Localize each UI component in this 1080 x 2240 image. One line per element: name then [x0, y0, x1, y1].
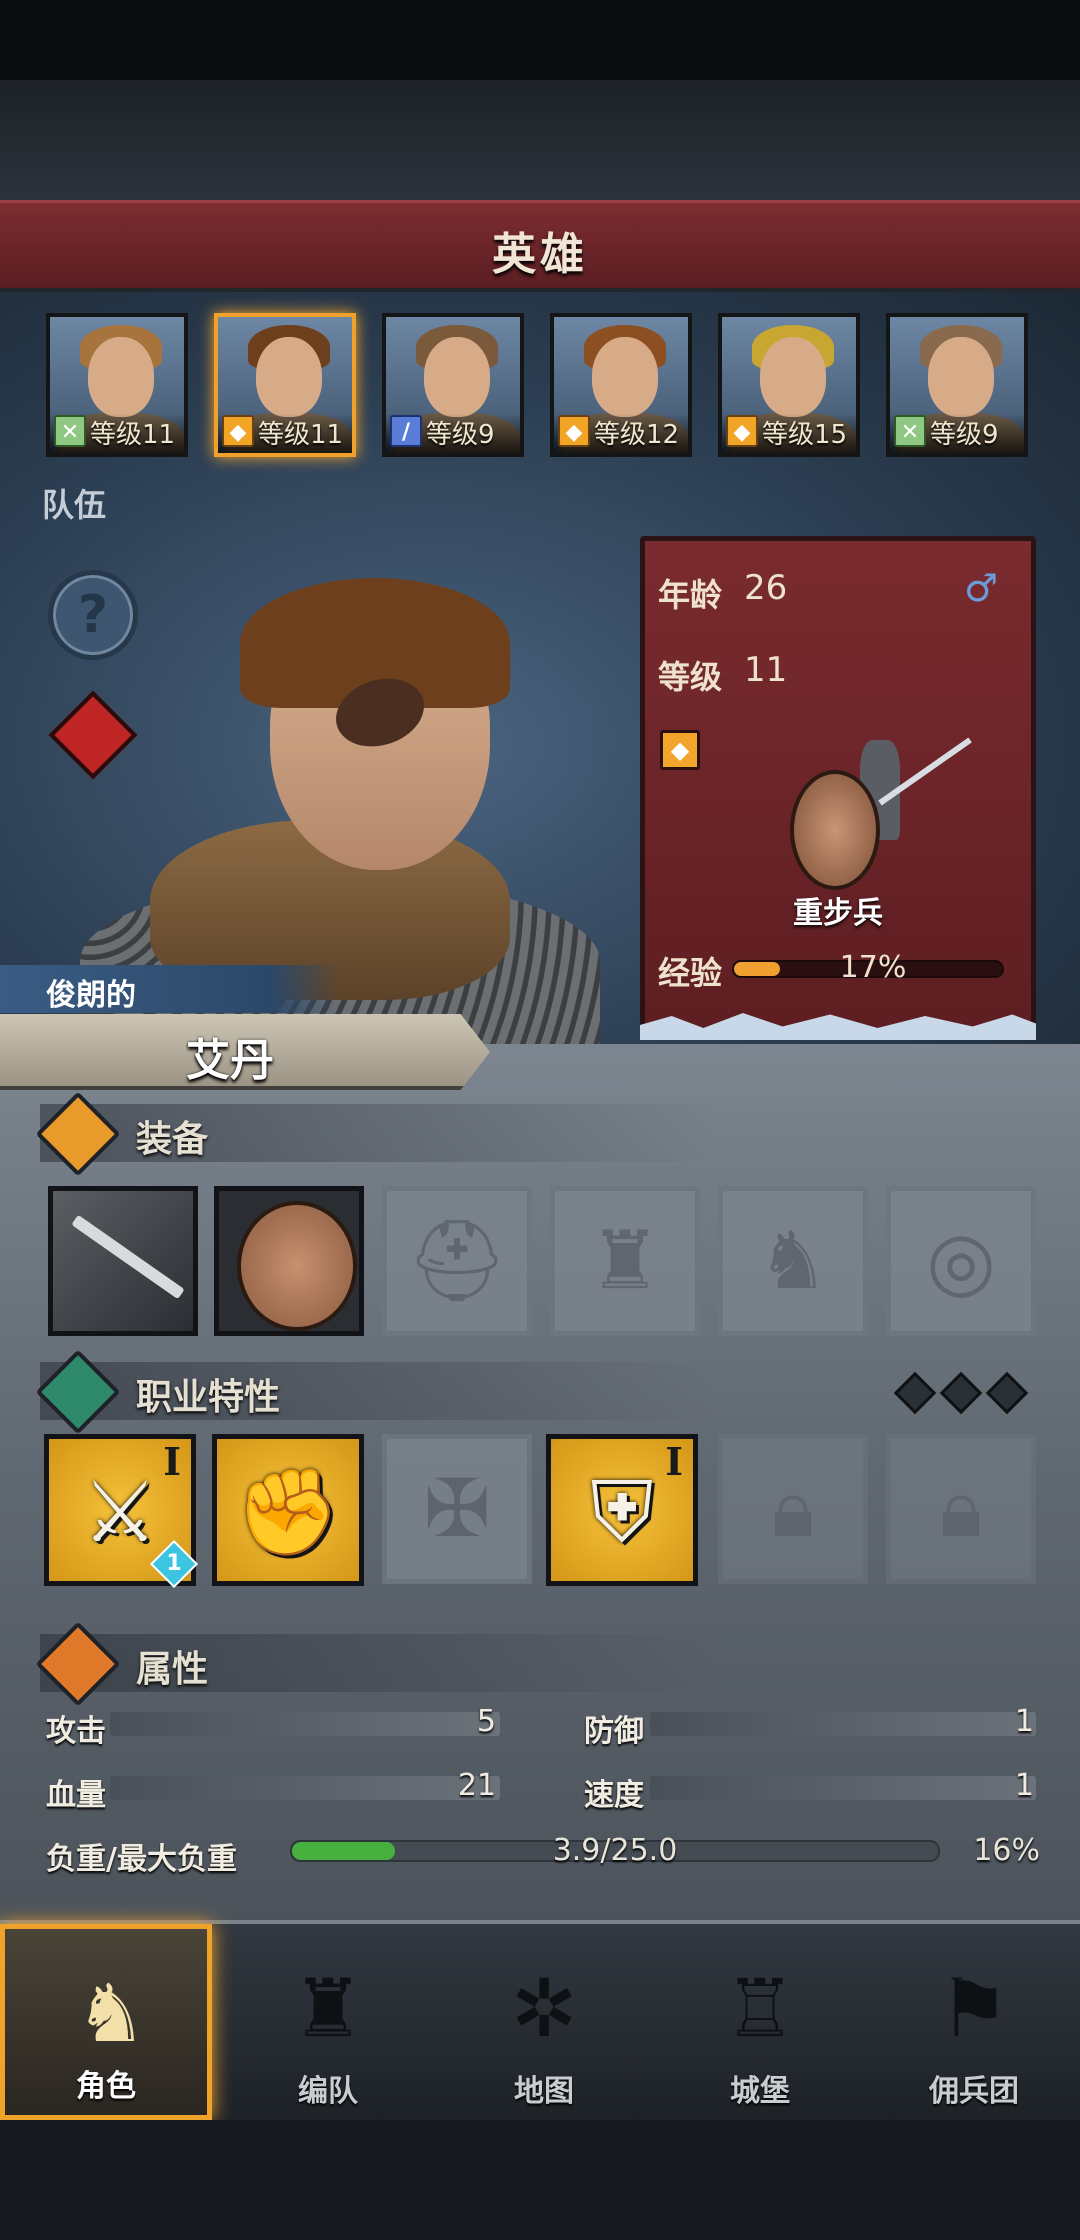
- round-shield-icon: [237, 1201, 357, 1331]
- hero-portrait-2[interactable]: ◆ 等级11: [214, 313, 356, 457]
- trait-tier: I: [163, 1439, 181, 1484]
- attack-label: 攻击: [46, 1714, 106, 1749]
- unit-class-name: 重步兵: [793, 896, 883, 931]
- trait-tier: I: [665, 1439, 683, 1484]
- team-label: 队伍: [42, 486, 107, 524]
- boots-icon: ♞: [757, 1214, 829, 1307]
- hero-level: 等级12: [594, 420, 680, 450]
- shield-class-icon: ◆: [558, 415, 590, 447]
- knight-icon: ♞: [75, 1967, 147, 2060]
- defense-label: 防御: [584, 1714, 644, 1749]
- hero-level: 等级9: [426, 420, 495, 450]
- cross-icon: ✠: [423, 1462, 491, 1555]
- hero-portrait-6[interactable]: ✕ 等级9: [886, 313, 1028, 457]
- ranger-class-icon: ✕: [54, 415, 86, 447]
- trait-slot-1[interactable]: ⚔ I 1: [44, 1434, 199, 1589]
- banner-icon: ⚑: [938, 1962, 1010, 2055]
- castle-icon: ♖: [724, 1962, 796, 2055]
- hero-screen: 英雄 ✕ 等级11 ◆ 等级11 / 等级9 ◆ 等级12 ◆ 等级15 ✕ 等…: [0, 0, 1080, 2240]
- helmet-icon: ⛑: [406, 1214, 508, 1307]
- exp-percent: 17%: [839, 950, 907, 985]
- hero-name[interactable]: 艾丹: [0, 1024, 460, 1088]
- equip-slot-ring[interactable]: ◎: [886, 1186, 1036, 1336]
- hero-portrait-3[interactable]: / 等级9: [382, 313, 524, 457]
- nav-label: 佣兵团: [929, 2074, 1019, 2109]
- status-area: [0, 0, 1080, 80]
- equipment-title: 装备: [136, 1119, 209, 1160]
- male-icon: ♂: [964, 566, 999, 610]
- sword-class-icon: /: [390, 415, 422, 447]
- level-value: 11: [744, 650, 788, 690]
- traits-title: 职业特性: [136, 1377, 281, 1418]
- load-value: 3.9/25.0: [552, 1833, 678, 1868]
- speed-label: 速度: [584, 1778, 644, 1813]
- load-percent: 16%: [973, 1833, 1040, 1868]
- portrait-face: [928, 337, 994, 417]
- system-bar: [0, 2120, 1080, 2240]
- portrait-face: [592, 337, 658, 417]
- portrait-face: [256, 337, 322, 417]
- lock-icon: 🔒︎: [771, 1462, 815, 1555]
- nav-label: 地图: [514, 2074, 574, 2109]
- nav-label: 角色: [76, 2069, 136, 2104]
- portrait-face: [760, 337, 826, 417]
- armor-icon: ♜: [589, 1214, 661, 1307]
- compass-icon: ✲: [510, 1962, 578, 2055]
- equip-slot-shield[interactable]: [214, 1186, 364, 1336]
- equip-slot-armor[interactable]: ♜: [550, 1186, 700, 1336]
- top-backdrop: [0, 80, 1080, 200]
- shield-class-icon: ◆: [660, 730, 700, 770]
- helmet-squad-icon: ♜: [292, 1962, 364, 2055]
- equip-slot-weapon[interactable]: [48, 1186, 198, 1336]
- nav-map[interactable]: ✲ 地图: [438, 1924, 650, 2120]
- trait-slot-4[interactable]: ⛨ I: [546, 1434, 698, 1586]
- help-button[interactable]: ?: [48, 570, 138, 660]
- hero-level: 等级11: [258, 420, 344, 450]
- hp-label: 血量: [46, 1778, 106, 1813]
- attributes-title: 属性: [136, 1649, 209, 1690]
- nav-mercenaries[interactable]: ⚑ 佣兵团: [868, 1924, 1080, 2120]
- hero-adjective: 俊朗的: [46, 978, 136, 1013]
- lock-icon: 🔒︎: [939, 1462, 983, 1555]
- ranger-class-icon: ✕: [894, 415, 926, 447]
- level-label: 等级: [658, 658, 723, 696]
- equip-slot-boots[interactable]: ♞: [718, 1186, 868, 1336]
- hero-portrait-4[interactable]: ◆ 等级12: [550, 313, 692, 457]
- hero-level: 等级11: [90, 420, 176, 450]
- defense-value: 1: [1014, 1704, 1034, 1739]
- age-value: 26: [744, 568, 788, 608]
- nav-formation[interactable]: ♜ 编队: [222, 1924, 434, 2120]
- hero-portrait-5[interactable]: ◆ 等级15: [718, 313, 860, 457]
- portrait-face: [424, 337, 490, 417]
- trait-slot-locked-2[interactable]: 🔒︎: [886, 1434, 1036, 1584]
- load-label: 负重/最大负重: [46, 1842, 237, 1877]
- nav-label: 城堡: [730, 2074, 790, 2109]
- page-title: 英雄: [492, 229, 588, 280]
- question-icon: ?: [77, 585, 109, 645]
- hero-level: 等级9: [930, 420, 999, 450]
- trait-slot-locked-1[interactable]: 🔒︎: [718, 1434, 868, 1584]
- nav-castle[interactable]: ♖ 城堡: [654, 1924, 866, 2120]
- hero-level: 等级15: [762, 420, 848, 450]
- ring-icon: ◎: [926, 1214, 996, 1307]
- nav-label: 编队: [298, 2074, 358, 2109]
- portrait-face: [88, 337, 154, 417]
- round-shield-icon: [790, 770, 880, 890]
- hero-portrait-1[interactable]: ✕ 等级11: [46, 313, 188, 457]
- age-label: 年龄: [658, 576, 723, 614]
- spear-icon: [71, 1214, 185, 1300]
- trait-slot-2[interactable]: ✊: [212, 1434, 364, 1586]
- equip-slot-helmet[interactable]: ⛑: [382, 1186, 532, 1336]
- shield-class-icon: ◆: [726, 415, 758, 447]
- gauntlet-icon: ✊: [235, 1463, 341, 1561]
- hp-value: 21: [457, 1768, 496, 1803]
- shield-class-icon: ◆: [222, 415, 254, 447]
- speed-value: 1: [1014, 1768, 1034, 1803]
- trait-slot-3[interactable]: ✠: [382, 1434, 532, 1584]
- nav-character[interactable]: ♞ 角色: [0, 1924, 212, 2120]
- attack-value: 5: [476, 1704, 496, 1739]
